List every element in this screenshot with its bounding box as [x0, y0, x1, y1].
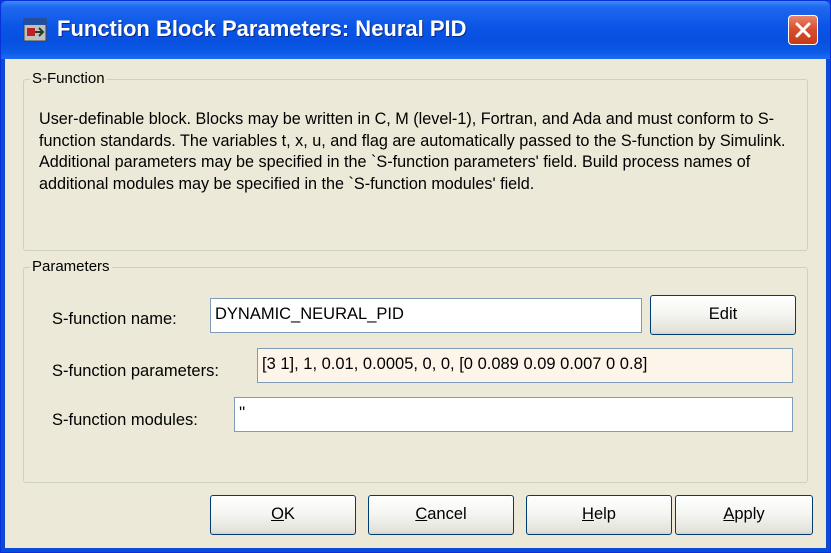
cancel-label-rest: ancel	[427, 505, 467, 523]
apply-label-rest: pply	[734, 505, 765, 523]
title-bar[interactable]: Function Block Parameters: Neural PID	[1, 1, 830, 59]
sfunction-description: User-definable block. Blocks may be writ…	[39, 110, 786, 193]
apply-mnemonic: A	[723, 505, 735, 523]
window-title: Function Block Parameters: Neural PID	[57, 16, 467, 41]
parameters-group-legend: Parameters	[32, 258, 110, 275]
dialog-window: Function Block Parameters: Neural PID S-…	[0, 0, 831, 553]
ok-label-rest: K	[283, 505, 295, 523]
sfunction-modules-label: S-function modules:	[52, 411, 198, 429]
help-button[interactable]: Help	[526, 495, 672, 535]
help-label-rest: elp	[593, 505, 616, 523]
cancel-mnemonic: C	[415, 505, 428, 523]
cancel-button[interactable]: Cancel	[368, 495, 514, 535]
sfunction-group-legend: S-Function	[32, 70, 105, 87]
apply-button[interactable]: Apply	[675, 495, 813, 535]
sfunction-name-label: S-function name:	[52, 310, 177, 328]
ok-button[interactable]: OK	[210, 495, 356, 535]
close-icon	[795, 22, 811, 38]
ok-mnemonic: O	[271, 505, 284, 523]
sfunction-parameters-field[interactable]: [3 1], 1, 0.01, 0.0005, 0, 0, [0 0.089 0…	[257, 348, 793, 383]
sfunction-parameters-label: S-function parameters:	[52, 362, 219, 380]
edit-button[interactable]: Edit	[650, 295, 796, 335]
sfunction-name-field[interactable]: DYNAMIC_NEURAL_PID	[210, 298, 642, 333]
sfunction-modules-field[interactable]: ''	[234, 397, 793, 432]
simulink-block-icon	[23, 18, 47, 42]
close-button[interactable]	[788, 15, 818, 45]
dialog-body: S-Function User-definable block. Blocks …	[5, 59, 826, 548]
help-mnemonic: H	[582, 505, 594, 523]
